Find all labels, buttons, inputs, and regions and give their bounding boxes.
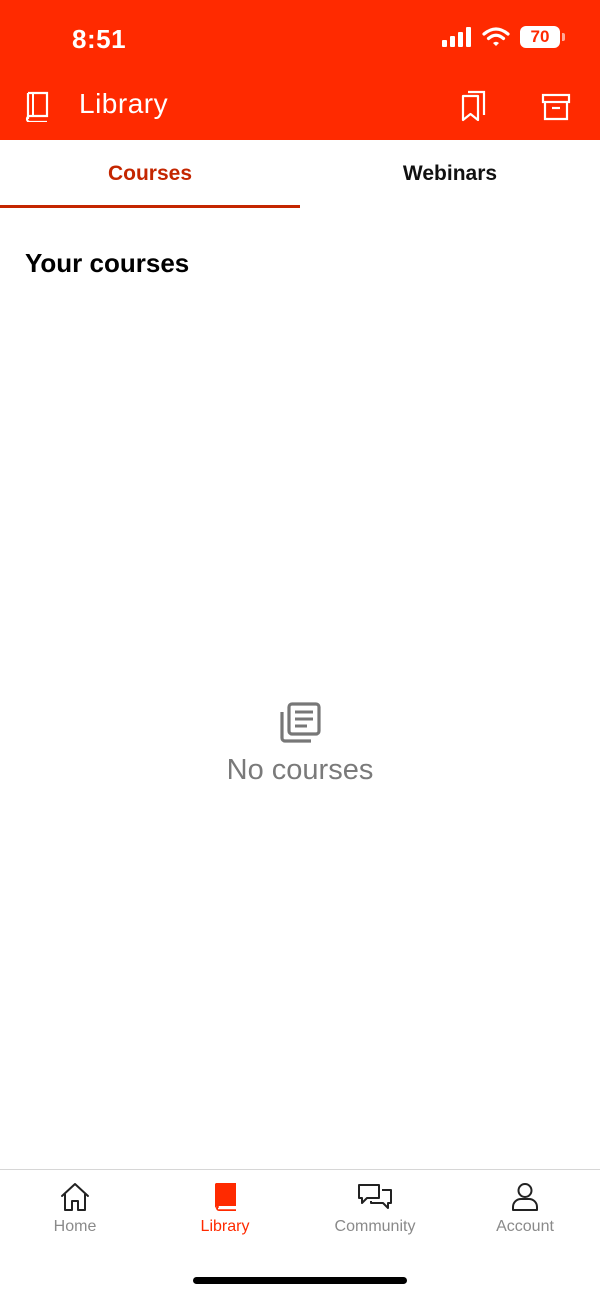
empty-message: No courses (226, 754, 374, 786)
home-icon (61, 1183, 89, 1211)
nav-home[interactable]: Home (0, 1182, 150, 1236)
nav-community[interactable]: Community (300, 1182, 450, 1236)
nav-account[interactable]: Account (450, 1182, 600, 1236)
status-time: 8:51 (72, 24, 127, 54)
person-icon (512, 1183, 538, 1211)
empty-state: No courses (0, 702, 600, 787)
section-title: Your courses (25, 248, 190, 278)
nav-library[interactable]: Library (150, 1182, 300, 1236)
tab-webinars[interactable]: Webinars (300, 140, 600, 208)
page-title: Library (79, 88, 169, 119)
signal-icon (442, 27, 471, 47)
wifi-icon (482, 27, 510, 46)
nav-library-label: Library (200, 1218, 250, 1235)
home-indicator (193, 1277, 407, 1284)
battery-indicator: 70 (520, 26, 565, 48)
book-icon (215, 1183, 236, 1211)
tab-courses[interactable]: Courses (0, 140, 300, 208)
tab-bar: Courses Webinars (0, 140, 600, 208)
battery-level: 70 (530, 27, 550, 46)
chat-icon (358, 1184, 392, 1209)
nav-home-label: Home (53, 1218, 97, 1235)
book-icon[interactable] (22, 90, 52, 122)
status-icons: 70 (442, 26, 565, 48)
bookmarks-icon[interactable] (460, 90, 488, 122)
nav-account-label: Account (496, 1218, 554, 1235)
archive-icon[interactable] (541, 92, 571, 122)
nav-community-label: Community (334, 1218, 416, 1235)
app-header: 8:51 70 Library (0, 0, 600, 140)
library-books-icon (280, 702, 321, 743)
